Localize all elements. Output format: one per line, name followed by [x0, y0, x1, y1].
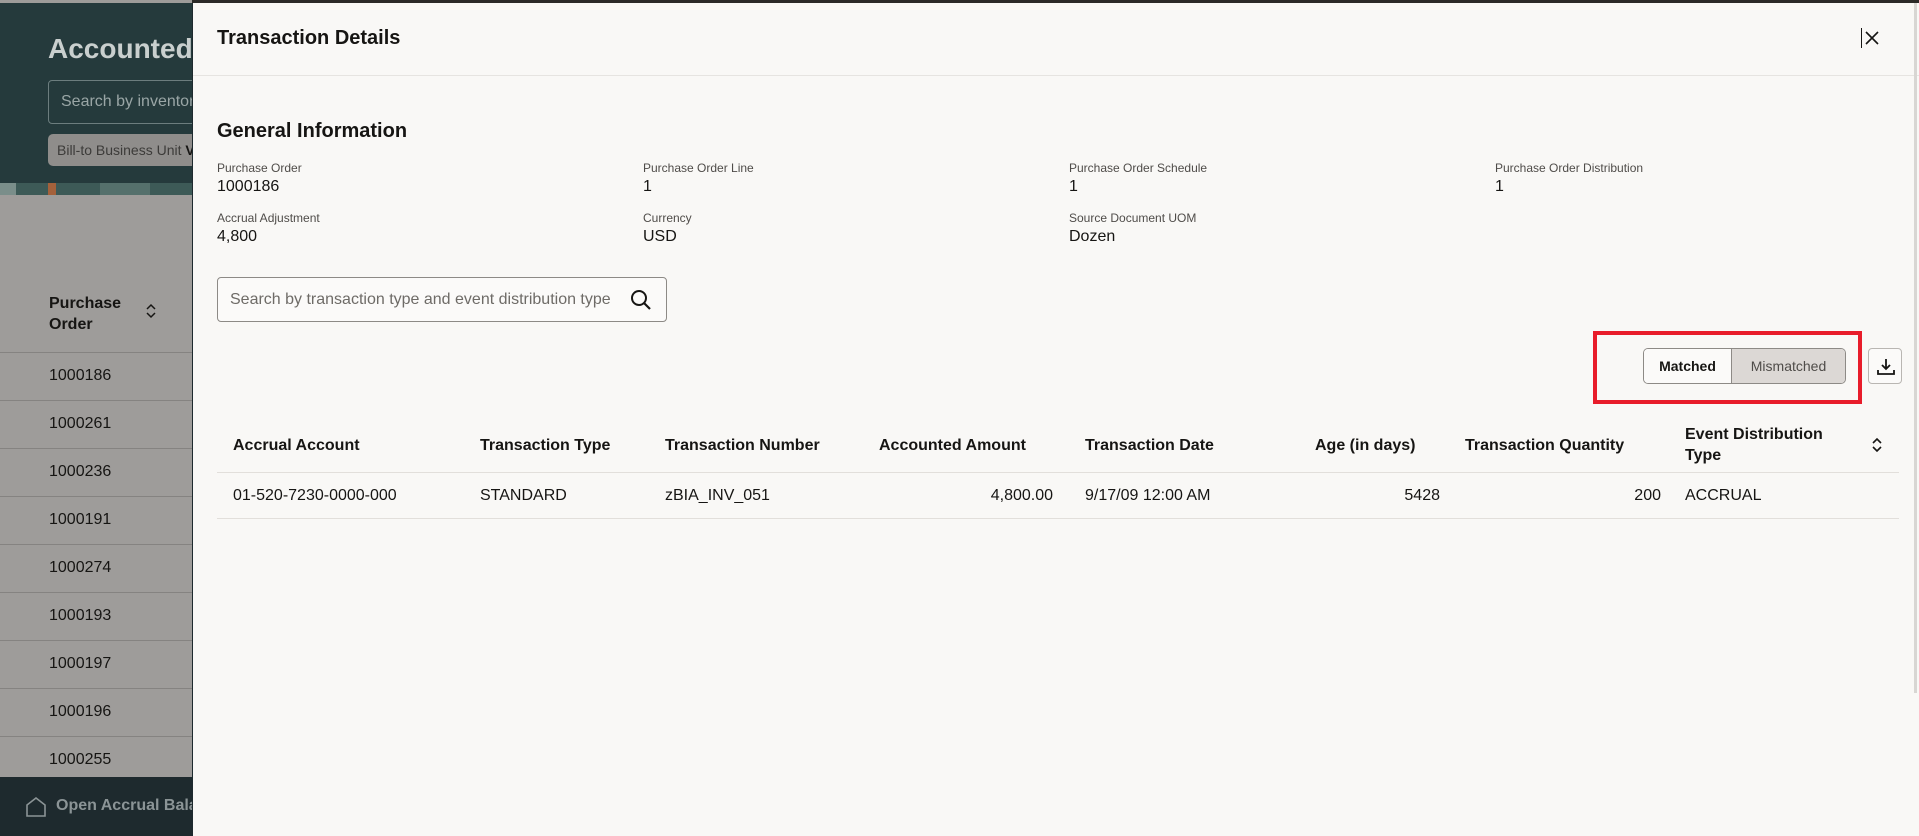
- background-page: Accounted Search by inventory Bill-to Bu…: [0, 0, 192, 836]
- row-value: 1000274: [49, 559, 112, 576]
- transactions-table: Accrual Account Transaction Type Transac…: [217, 417, 1899, 519]
- drawer-header: Transaction Details: [193, 3, 1919, 76]
- field-value: USD: [643, 228, 677, 245]
- filter-chip-value: V: [185, 142, 192, 158]
- field-value: 1: [1495, 178, 1504, 195]
- cell-event-distribution-type: ACCRUAL: [1685, 487, 1762, 504]
- background-search-input[interactable]: Search by inventory: [48, 80, 192, 124]
- table-row[interactable]: 01-520-7230-0000-000 STANDARD zBIA_INV_0…: [217, 473, 1899, 519]
- field-label: Purchase Order Distribution: [1495, 161, 1644, 175]
- background-header: Accounted Search by inventory Bill-to Bu…: [0, 3, 192, 183]
- field-label: Accrual Adjustment: [217, 211, 320, 225]
- background-table-row[interactable]: 1000236: [0, 449, 192, 497]
- cell-age: 5428: [1404, 487, 1440, 504]
- cell-accounted-amount: 4,800.00: [990, 487, 1053, 504]
- field-value: 1: [1069, 178, 1078, 195]
- background-page-title: Accounted: [48, 33, 192, 64]
- column-header-transaction-number[interactable]: Transaction Number: [665, 417, 820, 473]
- field-source-document-uom: Source Document UOM Dozen: [1069, 211, 1196, 247]
- transaction-search-box: [217, 277, 667, 322]
- cell-transaction-number: zBIA_INV_051: [665, 487, 770, 504]
- field-label: Purchase Order Line: [643, 161, 754, 175]
- close-icon: [1865, 31, 1879, 45]
- column-header-event-distribution-type[interactable]: Event Distribution Type: [1685, 417, 1835, 473]
- purchase-order-column-header: Purchase Order: [49, 295, 122, 333]
- column-header-transaction-type[interactable]: Transaction Type: [480, 417, 610, 473]
- field-purchase-order-schedule: Purchase Order Schedule 1: [1069, 161, 1207, 197]
- column-header-accounted-amount[interactable]: Accounted Amount: [879, 417, 1026, 473]
- search-icon[interactable]: [630, 289, 652, 311]
- background-table-header[interactable]: Purchase Order: [0, 283, 192, 353]
- background-table-row[interactable]: 1000274: [0, 545, 192, 593]
- field-accrual-adjustment: Accrual Adjustment 4,800: [217, 211, 320, 247]
- background-footer-nav[interactable]: Open Accrual Bala: [0, 777, 192, 836]
- field-value: Dozen: [1069, 228, 1116, 245]
- background-table-row[interactable]: 1000196: [0, 689, 192, 737]
- field-purchase-order: Purchase Order 1000186: [217, 161, 302, 197]
- home-icon: [26, 797, 46, 817]
- field-value: 4,800: [217, 228, 258, 245]
- footer-nav-label: Open Accrual Bala: [56, 797, 192, 814]
- background-table-row[interactable]: 1000186: [0, 353, 192, 401]
- row-value: 1000255: [49, 751, 112, 768]
- field-value: 1000186: [217, 178, 280, 195]
- field-purchase-order-distribution: Purchase Order Distribution 1: [1495, 161, 1643, 197]
- row-value: 1000261: [49, 415, 112, 432]
- cell-transaction-type: STANDARD: [480, 487, 567, 504]
- table-header-row: Accrual Account Transaction Type Transac…: [217, 417, 1899, 473]
- drawer-title: Transaction Details: [217, 27, 401, 49]
- field-purchase-order-line: Purchase Order Line 1: [643, 161, 754, 197]
- close-button[interactable]: [1859, 25, 1885, 51]
- mismatched-toggle-button[interactable]: Mismatched: [1732, 349, 1845, 383]
- vertical-scrollbar[interactable]: [1914, 3, 1917, 693]
- column-header-transaction-quantity[interactable]: Transaction Quantity: [1465, 417, 1624, 473]
- cell-transaction-date: 9/17/09 12:00 AM: [1085, 487, 1211, 504]
- field-value: 1: [643, 178, 652, 195]
- field-currency: Currency USD: [643, 211, 692, 247]
- field-label: Currency: [643, 211, 692, 225]
- row-value: 1000191: [49, 511, 112, 528]
- background-table-row[interactable]: 1000197: [0, 641, 192, 689]
- field-label: Source Document UOM: [1069, 211, 1197, 225]
- column-header-accrual-account[interactable]: Accrual Account: [233, 417, 360, 473]
- background-table-row[interactable]: 1000193: [0, 593, 192, 641]
- transaction-search-input[interactable]: [230, 288, 610, 312]
- sort-icon[interactable]: [1870, 435, 1884, 455]
- sort-icon[interactable]: [145, 303, 157, 322]
- matched-toggle-button[interactable]: Matched: [1644, 349, 1732, 383]
- background-table-row[interactable]: 1000191: [0, 497, 192, 545]
- download-button[interactable]: [1868, 348, 1902, 384]
- general-information-heading: General Information: [217, 120, 408, 142]
- field-label: Purchase Order: [217, 161, 302, 175]
- filter-chip-label: Bill-to Business Unit: [57, 142, 182, 158]
- column-header-age[interactable]: Age (in days): [1315, 417, 1415, 473]
- row-value: 1000196: [49, 703, 112, 720]
- row-value: 1000236: [49, 463, 112, 480]
- field-label: Purchase Order Schedule: [1069, 161, 1208, 175]
- download-icon: [1877, 359, 1895, 375]
- match-filter-toggle: Matched Mismatched: [1643, 348, 1846, 384]
- cell-transaction-quantity: 200: [1634, 487, 1661, 504]
- row-value: 1000186: [49, 367, 112, 384]
- background-table-row[interactable]: 1000261: [0, 401, 192, 449]
- cell-accrual-account: 01-520-7230-0000-000: [233, 487, 397, 504]
- background-banner-image: [0, 183, 192, 195]
- row-value: 1000193: [49, 607, 112, 624]
- background-filter-chip[interactable]: Bill-to Business Unit V: [48, 134, 192, 166]
- column-header-transaction-date[interactable]: Transaction Date: [1085, 417, 1214, 473]
- transaction-details-drawer: Transaction Details General Information …: [192, 3, 1919, 836]
- row-value: 1000197: [49, 655, 112, 672]
- cursor-bar: [1861, 28, 1862, 48]
